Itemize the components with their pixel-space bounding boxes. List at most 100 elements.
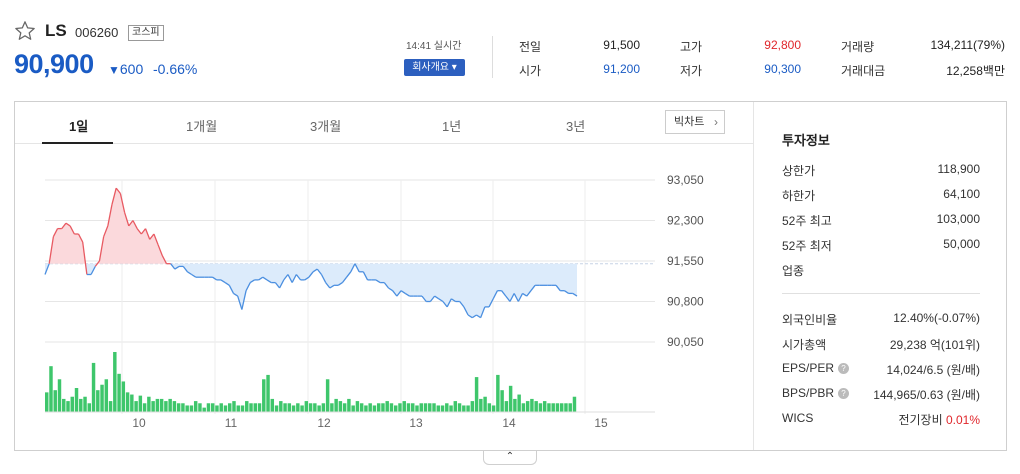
favorite-star-icon[interactable] <box>14 20 36 42</box>
volume-bar <box>219 403 223 412</box>
info-label: 외국인비율 <box>782 313 838 327</box>
volume-bar <box>279 401 283 412</box>
volume-bar <box>491 405 496 412</box>
y-tick-label: 90,800 <box>667 295 704 309</box>
volume-bar <box>321 403 326 412</box>
volume-bar <box>419 403 423 412</box>
volume-bar <box>398 403 402 412</box>
volume-bar <box>91 362 96 412</box>
company-overview-button[interactable]: 회사개요 ▾ <box>404 59 465 76</box>
volume-bar <box>228 403 232 412</box>
volume-bar <box>432 403 436 412</box>
help-icon[interactable]: ? <box>838 363 850 374</box>
volume-bar <box>274 405 279 412</box>
volume-bar <box>138 395 143 412</box>
volume-bar <box>376 403 381 412</box>
volume-bar <box>568 403 572 412</box>
volume-bar <box>181 403 185 412</box>
tab-1day[interactable]: 1일 <box>69 116 88 135</box>
volume-bar <box>49 366 53 412</box>
x-tick-label: 11 <box>225 416 238 430</box>
volume-bar <box>572 396 577 412</box>
volume-bar <box>368 403 372 412</box>
volume-bar <box>296 403 300 412</box>
info-label: 하한가 <box>782 189 816 203</box>
volume-bar <box>355 401 360 412</box>
info-row-52w-low: 52주 최저 50,000 <box>782 237 980 253</box>
chart-svg: 93,050 92,300 91,550 90,800 90,050 10 11 12 13 14… <box>44 173 704 430</box>
amount-value: 12,258백만 <box>946 64 1005 78</box>
expand-button[interactable]: ⌃ <box>483 451 537 465</box>
volume-bar <box>262 379 266 412</box>
tab-3month[interactable]: 3개월 <box>310 116 341 135</box>
bigchart-button[interactable]: 빅차트 › <box>665 110 725 134</box>
volume-bar <box>445 403 449 412</box>
chevron-right-icon: › <box>714 115 718 129</box>
volume-bar <box>287 403 292 412</box>
volume-bar <box>185 405 189 412</box>
investment-info: 투자정보 상한가 118,900 하한가 64,100 52주 최고 103,0… <box>753 102 1006 450</box>
info-row-market-cap: 시가총액 29,238 억(101위) <box>782 336 980 352</box>
wics-sector: 전기장비 <box>898 413 943 427</box>
x-tick-label: 14 <box>502 416 516 430</box>
volume-bar <box>74 388 79 412</box>
volume-bar <box>487 403 492 412</box>
up-area-fill <box>49 188 171 264</box>
volume-bar <box>206 403 211 412</box>
info-label: WICS <box>782 411 814 425</box>
volume-bar <box>270 398 275 412</box>
volume-bar <box>257 403 262 412</box>
volume-bar <box>347 398 351 412</box>
stock-header: LS 006260 코스피 90,900 ▼600 -0.66% 14:41 실… <box>0 0 1020 100</box>
chevron-up-icon: ⌃ <box>505 451 515 462</box>
volume-bar <box>479 398 483 412</box>
volume-bar <box>240 405 245 412</box>
volume-bar <box>547 403 551 412</box>
volume-bar <box>121 381 126 412</box>
info-label: 52주 최저 <box>782 239 832 253</box>
volume-bar <box>193 401 198 412</box>
info-label: EPS/PER? <box>782 361 850 375</box>
info-divider <box>782 293 980 294</box>
x-tick-label: 15 <box>594 416 608 430</box>
volume-bar <box>66 401 70 412</box>
volume-bar <box>57 379 62 412</box>
info-value: 144,965/0.63 (원/배) <box>873 388 980 402</box>
volume-bar <box>117 373 121 412</box>
volume-bar <box>530 398 534 412</box>
volume-bar <box>130 394 134 412</box>
info-value: 50,000 <box>943 237 980 251</box>
change-rate: -0.66% <box>153 61 198 77</box>
volume-bar <box>155 398 160 412</box>
volume-bar <box>87 403 92 412</box>
info-value: 14,024/6.5 (원/배) <box>886 363 980 377</box>
tab-1year[interactable]: 1년 <box>442 116 461 135</box>
info-row-52w-high: 52주 최고 103,000 <box>782 212 980 228</box>
tab-1month[interactable]: 1개월 <box>186 116 217 135</box>
volume-bar <box>79 398 83 412</box>
price-change-value: 600 <box>119 61 144 77</box>
volume-bar <box>100 384 104 412</box>
current-price: 90,900 <box>14 49 94 79</box>
help-icon[interactable]: ? <box>838 388 850 399</box>
volume-bar <box>168 398 172 412</box>
volume-bar <box>423 403 428 412</box>
volume-bar <box>564 403 568 412</box>
volume-bar <box>428 403 432 412</box>
volume-bar <box>449 405 453 412</box>
x-tick-label: 12 <box>317 416 331 430</box>
x-tick-label: 10 <box>132 416 146 430</box>
info-value: 12.40%(-0.07%) <box>893 311 980 325</box>
volume-bar <box>338 401 343 412</box>
volume-bar <box>542 401 547 412</box>
volume-bar <box>474 377 479 412</box>
volume-bar <box>125 392 130 412</box>
tab-3year[interactable]: 3년 <box>566 116 585 135</box>
info-row-wics: WICS 전기장비 0.01% <box>782 411 980 427</box>
volume-bar <box>342 403 347 412</box>
open-label: 시가 <box>519 64 542 78</box>
price-change: ▼600 <box>108 61 143 77</box>
volume-bar <box>223 405 228 412</box>
volume-bar <box>313 403 317 412</box>
x-tick-label: 13 <box>409 416 423 430</box>
